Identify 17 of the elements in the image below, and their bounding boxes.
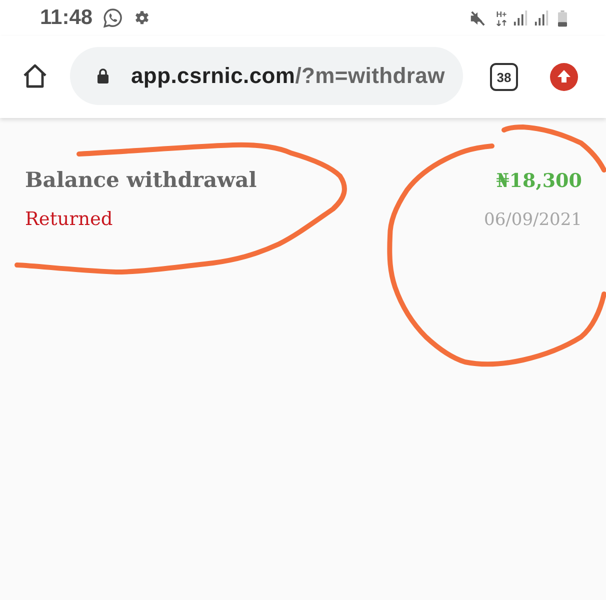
clock-time: 11:48 [40, 6, 93, 30]
up-arrow-circle-icon[interactable] [550, 63, 578, 91]
lock-icon [97, 68, 109, 84]
muted-speaker-icon [469, 10, 486, 26]
signal-icon [513, 10, 528, 26]
transaction-date: 06/09/2021 [484, 210, 582, 230]
tab-switcher-button[interactable]: 38 [490, 63, 518, 91]
transaction-amount: ₦18,300 [496, 170, 582, 192]
signal-icon [534, 10, 549, 26]
phone-bubble-icon [102, 8, 123, 28]
transaction-title: Balance withdrawal [25, 167, 257, 192]
address-field[interactable]: app.csrnic.com/?m=withdraw [70, 47, 463, 105]
data-arrows-icon [496, 20, 507, 26]
network-type-label: H+ [496, 10, 507, 18]
battery-icon [558, 10, 567, 26]
home-icon[interactable] [22, 63, 48, 89]
status-label: Returned [25, 209, 113, 230]
